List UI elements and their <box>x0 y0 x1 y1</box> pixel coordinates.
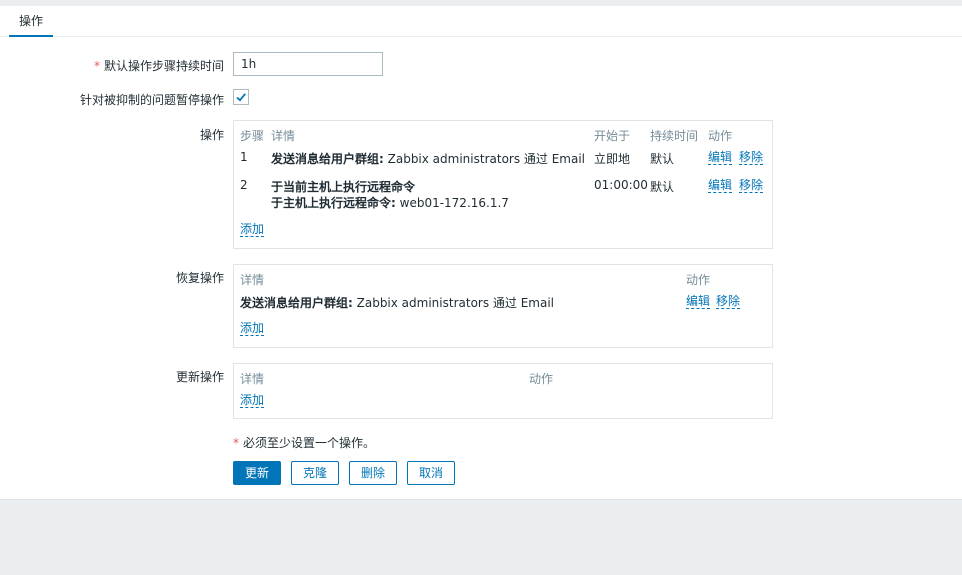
update-add-link[interactable]: 添加 <box>240 393 265 408</box>
col-details: 详情 <box>271 129 296 143</box>
row1-edit-link[interactable]: 编辑 <box>708 150 733 165</box>
recovery-operations-table: 详情 动作 发送消息给用户群组: Zabbix administrators 通… <box>233 264 773 348</box>
delete-button[interactable]: 删除 <box>349 461 397 485</box>
pause-suppressed-checkbox[interactable] <box>233 89 249 105</box>
recovery-row1-detail: 发送消息给用户群组: Zabbix administrators 通过 Emai… <box>240 296 555 310</box>
operations-add-link[interactable]: 添加 <box>240 222 265 237</box>
row1-step: 1 <box>240 150 248 164</box>
row1-start: 立即地 <box>594 152 631 166</box>
duration-label: * 默认操作步骤持续时间 <box>94 57 224 74</box>
tab-bar: 操作 <box>0 6 962 37</box>
operations-table: 步骤 详情 开始于 持续时间 动作 1 发送消息给用户群组: Zabbix ad… <box>233 120 773 249</box>
row1-detail: 发送消息给用户群组: Zabbix administrators 通过 Emai… <box>271 152 586 166</box>
col-action: 动作 <box>708 129 733 143</box>
update-operations-label: 更新操作 <box>175 370 224 384</box>
operations-label: 操作 <box>199 128 224 142</box>
row2-duration: 默认 <box>650 180 675 194</box>
row2-detail: 于当前主机上执行远程命令 <box>271 180 416 194</box>
cancel-button[interactable]: 取消 <box>407 461 455 485</box>
col-start: 开始于 <box>594 129 631 143</box>
tab-operations[interactable]: 操作 <box>9 6 54 37</box>
col-details: 详情 <box>240 273 265 287</box>
recovery-row1-edit-link[interactable]: 编辑 <box>686 294 711 309</box>
row2-start: 01:00:00 <box>594 178 648 192</box>
duration-input[interactable] <box>233 52 383 76</box>
row2-detail-line2: 于主机上执行远程命令: web01-172.16.1.7 <box>271 196 509 210</box>
col-step: 步骤 <box>240 129 265 143</box>
required-note: * 必须至少设置一个操作。 <box>233 434 375 451</box>
pause-suppressed-label: 针对被抑制的问题暂停操作 <box>79 93 224 107</box>
col-details: 详情 <box>240 372 265 386</box>
recovery-operations-label: 恢复操作 <box>175 271 224 285</box>
row2-edit-link[interactable]: 编辑 <box>708 178 733 193</box>
required-marker: * <box>233 436 239 450</box>
row1-remove-link[interactable]: 移除 <box>739 150 764 165</box>
update-button[interactable]: 更新 <box>233 461 281 485</box>
col-action: 动作 <box>529 372 554 386</box>
action-form-panel: 操作 *默认操作步骤持续时间 针对被抑制的问题暂停操作 操作 步骤 详情 开始于… <box>0 6 962 500</box>
recovery-row1-remove-link[interactable]: 移除 <box>716 294 741 309</box>
row2-remove-link[interactable]: 移除 <box>739 178 764 193</box>
update-operations-table: 详情 动作 添加 <box>233 363 773 419</box>
col-action: 动作 <box>686 273 711 287</box>
recovery-add-link[interactable]: 添加 <box>240 321 265 336</box>
duration-label-text: 默认操作步骤持续时间 <box>103 59 224 73</box>
required-note-text: 必须至少设置一个操作。 <box>243 436 376 450</box>
checkmark-icon <box>236 93 246 102</box>
clone-button[interactable]: 克隆 <box>291 461 339 485</box>
col-duration: 持续时间 <box>650 129 699 143</box>
required-marker: * <box>93 59 100 73</box>
row1-duration: 默认 <box>650 152 675 166</box>
row2-step: 2 <box>240 178 248 192</box>
